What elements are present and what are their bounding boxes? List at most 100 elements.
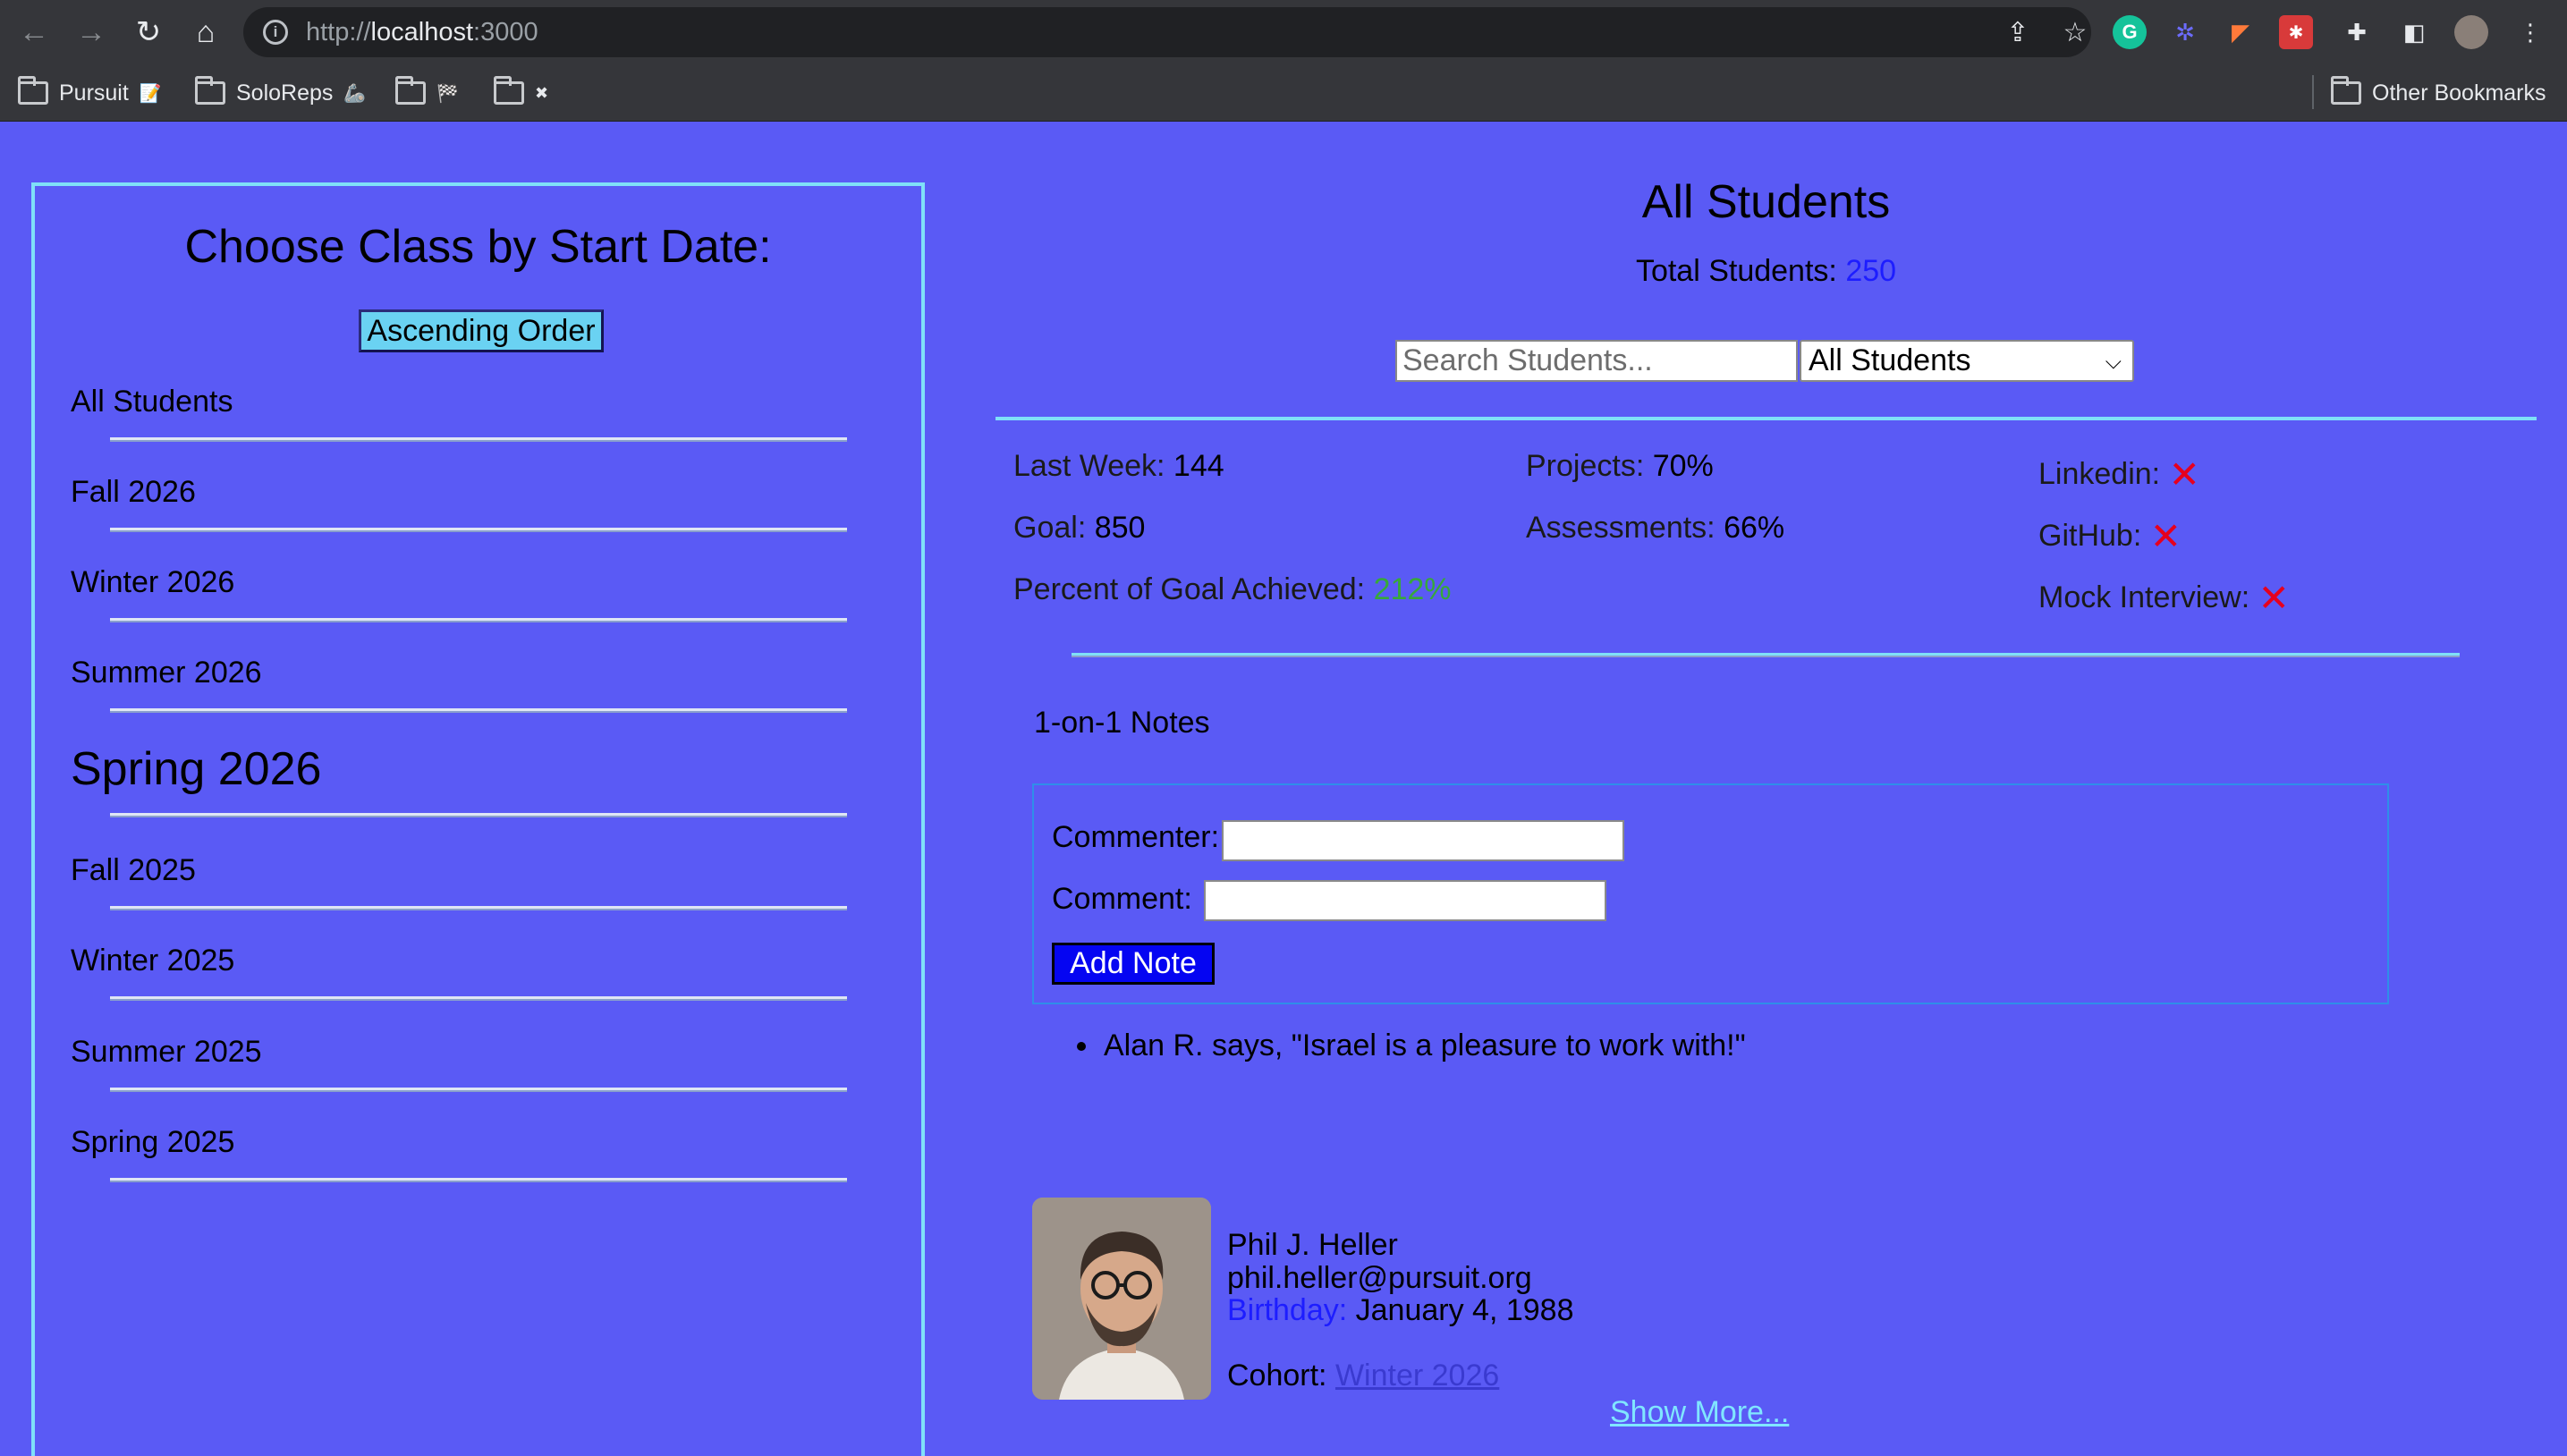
class-item-winter-2025[interactable]: Winter 2025 [71, 944, 234, 978]
chevron-down-icon: ⌵ [2105, 350, 2122, 374]
profile-email: phil.heller@pursuit.org [1227, 1261, 1532, 1295]
divider [110, 906, 847, 910]
bookmark-x[interactable]: ✖ [494, 75, 548, 111]
class-item-summer-2026[interactable]: Summer 2026 [71, 656, 262, 690]
class-item-summer-2025[interactable]: Summer 2025 [71, 1035, 262, 1070]
add-note-button[interactable]: Add Note [1052, 943, 1215, 985]
bookmark-label: Pursuit [59, 80, 129, 106]
stat-label: Percent of Goal Achieved: [1013, 572, 1366, 606]
class-item-spring-2025[interactable]: Spring 2025 [71, 1125, 234, 1160]
red-x-icon: ✕ [2149, 515, 2182, 557]
reload-icon[interactable]: ↻ [129, 13, 168, 52]
other-bookmarks[interactable]: Other Bookmarks [2331, 75, 2546, 111]
folder-icon [18, 76, 48, 105]
folder-icon [494, 76, 524, 105]
other-bookmarks-label: Other Bookmarks [2372, 80, 2546, 106]
search-input[interactable] [1395, 340, 1798, 382]
address-bar[interactable]: i http://localhost:3000 ⇪ ☆ [243, 7, 2091, 57]
note-text: Alan R. says, "Israel is a pleasure to w… [1104, 1029, 1746, 1062]
stat-percent-goal: Percent of Goal Achieved: 212% [1013, 572, 1452, 607]
bookmark-soloreps[interactable]: SoloReps 🦾 [195, 75, 366, 111]
stat-assessments: Assessments: 66% [1526, 511, 1784, 546]
total-students-count: 250 [1845, 254, 1897, 288]
page-title: All Students [1641, 176, 1891, 228]
stat-value: 212% [1373, 572, 1452, 606]
divider [110, 813, 847, 817]
stat-label: Projects: [1526, 449, 1645, 483]
stat-value: 144 [1173, 449, 1224, 483]
class-item-fall-2026[interactable]: Fall 2026 [71, 475, 196, 510]
forward-arrow-icon[interactable]: → [72, 13, 111, 52]
cohort-link[interactable]: Winter 2026 [1335, 1359, 1499, 1393]
class-item-all-students[interactable]: All Students [71, 385, 233, 419]
red-x-icon: ✕ [2258, 577, 2290, 619]
class-item-fall-2025[interactable]: Fall 2025 [71, 853, 196, 888]
stat-last-week: Last Week: 144 [1013, 449, 1224, 484]
divider [110, 618, 847, 622]
avatar [1032, 1198, 1211, 1400]
menu-kebab-icon[interactable]: ⋮ [2513, 15, 2547, 49]
folder-icon [2331, 76, 2361, 105]
divider [995, 417, 2537, 420]
stat-label: Mock Interview: [2038, 580, 2250, 614]
settings-extension-icon[interactable]: ✲ [2168, 15, 2202, 49]
profile-cohort: Cohort: Winter 2026 [1227, 1359, 1499, 1393]
url-text: http://localhost:3000 [306, 18, 538, 47]
divider [110, 996, 847, 1001]
bookmarks-bar [0, 64, 2567, 122]
comment-label: Comment: [1052, 882, 1192, 916]
total-students: Total Students: 250 [995, 254, 2537, 289]
bookmark-star-icon[interactable]: ☆ [2059, 16, 2091, 48]
devtools-extension-icon[interactable]: ✱ [2279, 15, 2313, 49]
checkered-flag-icon: 🏁 [436, 83, 459, 104]
divider [110, 1088, 847, 1092]
commenter-input[interactable] [1222, 820, 1624, 861]
profile-name: Phil J. Heller [1227, 1228, 1398, 1262]
sidebar-title: Choose Class by Start Date: [184, 221, 772, 273]
back-arrow-icon[interactable]: ← [14, 13, 54, 52]
divider [1072, 653, 2460, 657]
stat-label: Goal: [1013, 511, 1087, 545]
stat-goal: Goal: 850 [1013, 511, 1145, 546]
birthday-label: Birthday: [1227, 1293, 1348, 1327]
side-panel-icon[interactable]: ◧ [2397, 15, 2431, 49]
comment-input[interactable] [1204, 880, 1606, 921]
puzzle-extensions-icon[interactable]: ✚ [2340, 15, 2374, 49]
pdf-extension-icon[interactable]: ◤ [2224, 15, 2258, 49]
student-filter-select[interactable]: All Students ⌵ [1800, 340, 2134, 382]
stat-label: Assessments: [1526, 511, 1716, 545]
stat-label: Linkedin: [2038, 457, 2161, 491]
folder-icon [395, 76, 426, 105]
total-students-label: Total Students: [1635, 254, 1837, 288]
share-icon[interactable]: ⇪ [2002, 16, 2034, 48]
class-item-winter-2026[interactable]: Winter 2026 [71, 565, 234, 600]
ascending-order-button[interactable]: Ascending Order [359, 309, 604, 352]
profile-avatar-icon[interactable] [2454, 15, 2488, 49]
stat-mock-interview: Mock Interview: ✕ [2038, 572, 2290, 619]
site-info-icon[interactable]: i [263, 20, 288, 45]
commenter-label: Commenter: [1052, 820, 1220, 854]
birthday-value: January 4, 1988 [1355, 1293, 1574, 1327]
stat-label: Last Week: [1013, 449, 1165, 483]
grammarly-extension-icon[interactable]: G [2113, 15, 2147, 49]
stat-projects: Projects: 70% [1526, 449, 1714, 484]
show-more-link[interactable]: Show More... [1610, 1395, 1789, 1430]
bookmark-pursuit[interactable]: Pursuit 📝 [18, 75, 162, 111]
stat-linkedin: Linkedin: ✕ [2038, 449, 2200, 495]
divider [110, 708, 847, 713]
class-item-spring-2026[interactable]: Spring 2026 [71, 742, 321, 796]
home-icon[interactable]: ⌂ [186, 13, 225, 52]
memo-emoji-icon: 📝 [139, 83, 162, 104]
x-icon: ✖ [535, 83, 549, 102]
stat-value: 70% [1652, 449, 1714, 483]
bullet-icon [1077, 1041, 1086, 1051]
bookmark-flag[interactable]: 🏁 [395, 75, 459, 111]
red-x-icon: ✕ [2168, 453, 2200, 495]
browser-toolbar: ← → ↻ ⌂ i http://localhost:3000 ⇪ ☆ G ✲ … [0, 0, 2567, 64]
bookmark-separator [2312, 75, 2314, 109]
stat-github: GitHub: ✕ [2038, 511, 2182, 557]
list-item: Alan R. says, "Israel is a pleasure to w… [1077, 1029, 1746, 1063]
bookmark-label: SoloReps [236, 80, 334, 106]
filter-selected-value: All Students [1809, 343, 1971, 377]
stat-value: 66% [1724, 511, 1785, 545]
